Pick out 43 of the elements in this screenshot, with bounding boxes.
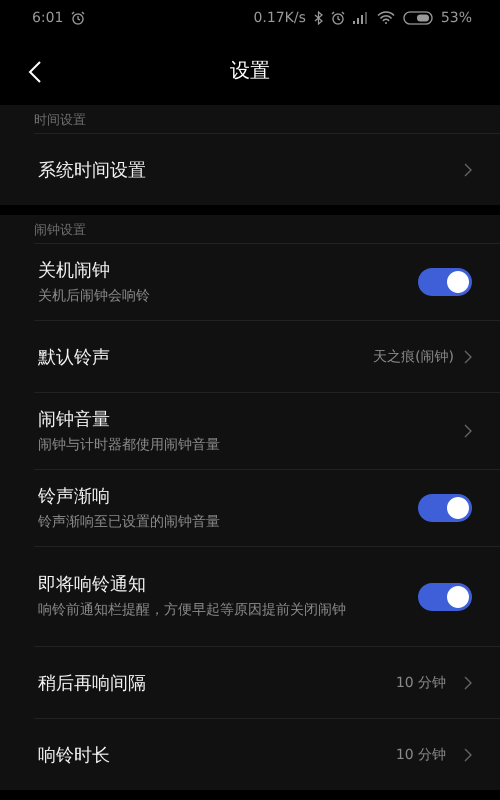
setting-title: 铃声渐响 xyxy=(38,484,111,508)
setting-description: 闹钟与计时器都使用闹钟音量 xyxy=(38,436,221,454)
setting-description: 铃声渐响至已设置的闹钟音量 xyxy=(38,512,221,532)
settings-row[interactable]: 响铃时长 10 分钟 xyxy=(34,718,500,790)
toggle-switch[interactable] xyxy=(418,582,472,610)
setting-value: 10 分钟 xyxy=(396,674,446,692)
settings-row[interactable]: 系统时间设置 xyxy=(34,133,500,205)
setting-title: 响铃时长 xyxy=(38,744,111,766)
settings-row[interactable]: 即将响铃通知 响铃前通知栏提醒，方便早起等原因提前关闭闹钟 xyxy=(34,546,500,646)
toggle-switch[interactable] xyxy=(418,268,472,296)
network-speed: 0.17K/s xyxy=(254,10,306,26)
battery-icon xyxy=(402,10,433,25)
setting-description: 响铃前通知栏提醒，方便早起等原因提前关闭闹钟 xyxy=(38,601,347,620)
setting-title: 关机闹钟 xyxy=(38,258,111,282)
section-label: 时间设置 xyxy=(33,112,87,130)
settings-row[interactable]: 闹钟音量 闹钟与计时器都使用闹钟音量 xyxy=(34,392,500,469)
setting-value: 10 分钟 xyxy=(396,746,446,764)
wifi-icon xyxy=(376,11,395,24)
chevron-right-icon xyxy=(464,676,472,690)
settings-row[interactable]: 稍后再响间隔 10 分钟 xyxy=(34,646,500,718)
setting-description: 关机后闹钟会响铃 xyxy=(38,286,151,306)
settings-row[interactable]: 默认铃声 天之痕(闹钟) xyxy=(34,320,500,392)
settings-row[interactable]: 关机闹钟 关机后闹钟会响铃 xyxy=(34,243,500,320)
chevron-right-icon xyxy=(464,162,472,176)
setting-title: 系统时间设置 xyxy=(38,158,147,182)
page-title: 设置 xyxy=(230,56,270,84)
signal-icon xyxy=(352,12,369,24)
setting-title: 闹钟音量 xyxy=(38,408,111,430)
battery-percentage: 53% xyxy=(440,10,472,26)
setting-title: 即将响铃通知 xyxy=(38,573,147,596)
setting-value: 天之痕(闹钟) xyxy=(373,348,454,366)
bluetooth-icon xyxy=(314,10,323,25)
section-label: 闹钟设置 xyxy=(33,222,87,240)
settings-row[interactable]: 铃声渐响 铃声渐响至已设置的闹钟音量 xyxy=(34,469,500,546)
setting-title: 默认铃声 xyxy=(38,346,111,368)
chevron-right-icon xyxy=(464,748,472,762)
chevron-right-icon xyxy=(464,350,472,364)
alarm-clock-icon xyxy=(71,10,86,25)
status-time: 6:01 xyxy=(32,10,64,26)
chevron-right-icon xyxy=(464,424,472,438)
alarm-clock-icon xyxy=(330,10,345,25)
setting-title: 稍后再响间隔 xyxy=(38,672,147,694)
toggle-switch[interactable] xyxy=(418,494,472,522)
